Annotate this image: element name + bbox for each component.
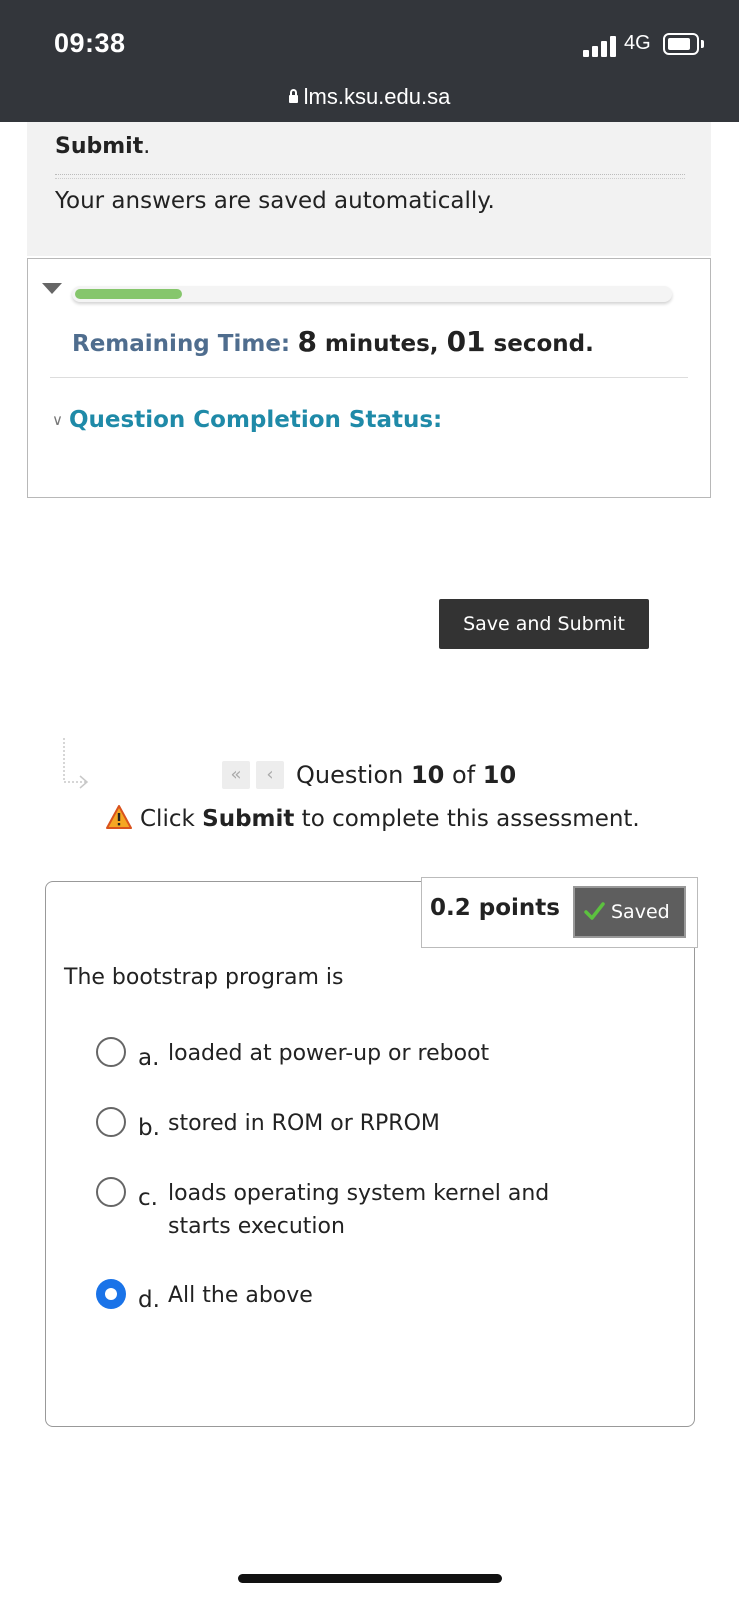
- divider: [55, 178, 685, 179]
- notice-post: to complete this assessment.: [294, 806, 640, 832]
- radio-button[interactable]: [96, 1177, 126, 1207]
- lock-icon: [288, 89, 298, 103]
- saved-label: Saved: [611, 901, 670, 923]
- arrow-connector-icon: [63, 738, 89, 789]
- battery-tip: [701, 40, 704, 48]
- notice-bold: Submit: [202, 806, 295, 832]
- divider: [55, 174, 685, 175]
- option-text: All the above: [168, 1283, 313, 1308]
- timer-panel: Remaining Time: 8 minutes, 01 second. ∨ Q…: [27, 258, 711, 498]
- total-questions: 10: [482, 761, 517, 789]
- instructions-submit-line: Submit.: [55, 134, 150, 159]
- double-chevron-down-icon: ∨: [52, 411, 63, 429]
- question-counter-of: of: [444, 761, 483, 789]
- submit-period: .: [143, 134, 151, 159]
- question-navigation: «‹ Question 10 of 10: [222, 760, 516, 794]
- question-completion-status-toggle[interactable]: ∨ Question Completion Status:: [52, 407, 442, 433]
- option-letter: c.: [138, 1185, 158, 1211]
- radio-button[interactable]: [96, 1107, 126, 1137]
- option-letter: a.: [138, 1045, 160, 1071]
- remaining-time-label: Remaining Time:: [72, 331, 291, 357]
- status-bar: 09:38 4G lms.ksu.edu.sa: [0, 0, 739, 122]
- double-chevron-left-icon[interactable]: «: [222, 761, 250, 789]
- autosave-note: Your answers are saved automatically.: [55, 188, 495, 214]
- question-text: The bootstrap program is: [64, 965, 344, 990]
- clock-time: 09:38: [54, 28, 126, 58]
- url-text: lms.ksu.edu.sa: [303, 84, 451, 109]
- question-card: [45, 881, 695, 1427]
- submit-word: Submit: [55, 134, 144, 159]
- submit-notice: Click Submit to complete this assessment…: [106, 805, 640, 832]
- option-text: loads operating system kernel and starts…: [168, 1181, 550, 1239]
- chevron-left-icon[interactable]: ‹: [256, 761, 284, 789]
- option-letter: b.: [138, 1115, 160, 1141]
- points-header: 0.2 points Saved: [421, 877, 698, 948]
- instructions-panel: Submit. Your answers are saved automatic…: [27, 122, 711, 256]
- network-type: 4G: [624, 32, 651, 54]
- signal-icon: [583, 35, 619, 57]
- question-points: 0.2 points: [430, 895, 560, 921]
- question-counter: Question 10 of 10: [296, 761, 516, 789]
- address-bar[interactable]: lms.ksu.edu.sa: [0, 84, 739, 110]
- save-and-submit-button[interactable]: Save and Submit: [439, 599, 649, 649]
- option-letter: d.: [138, 1287, 160, 1313]
- battery-icon: [663, 33, 699, 55]
- option-text: stored in ROM or RPROM: [168, 1111, 440, 1136]
- remaining-time: Remaining Time: 8 minutes, 01 second.: [72, 325, 594, 358]
- warning-icon: [106, 805, 132, 829]
- current-question: 10: [410, 761, 445, 789]
- time-progress-fill: [75, 289, 182, 299]
- divider: [50, 377, 688, 378]
- seconds-label: second.: [485, 331, 594, 357]
- saved-status-badge: Saved: [573, 886, 686, 938]
- notice-pre: Click: [140, 806, 203, 832]
- question-counter-prefix: Question: [296, 761, 411, 789]
- minutes-label: minutes,: [316, 331, 447, 357]
- radio-button[interactable]: [96, 1037, 126, 1067]
- minutes-value: 8: [297, 325, 317, 358]
- seconds-value: 01: [446, 325, 486, 358]
- time-progress-bar: [72, 286, 672, 302]
- home-indicator[interactable]: [238, 1574, 502, 1583]
- question-completion-status-label: Question Completion Status:: [68, 407, 443, 433]
- checkmark-icon: [584, 902, 605, 920]
- radio-button-selected[interactable]: [96, 1279, 126, 1309]
- collapse-triangle-icon[interactable]: [42, 283, 62, 294]
- option-text: loaded at power-up or reboot: [168, 1041, 490, 1066]
